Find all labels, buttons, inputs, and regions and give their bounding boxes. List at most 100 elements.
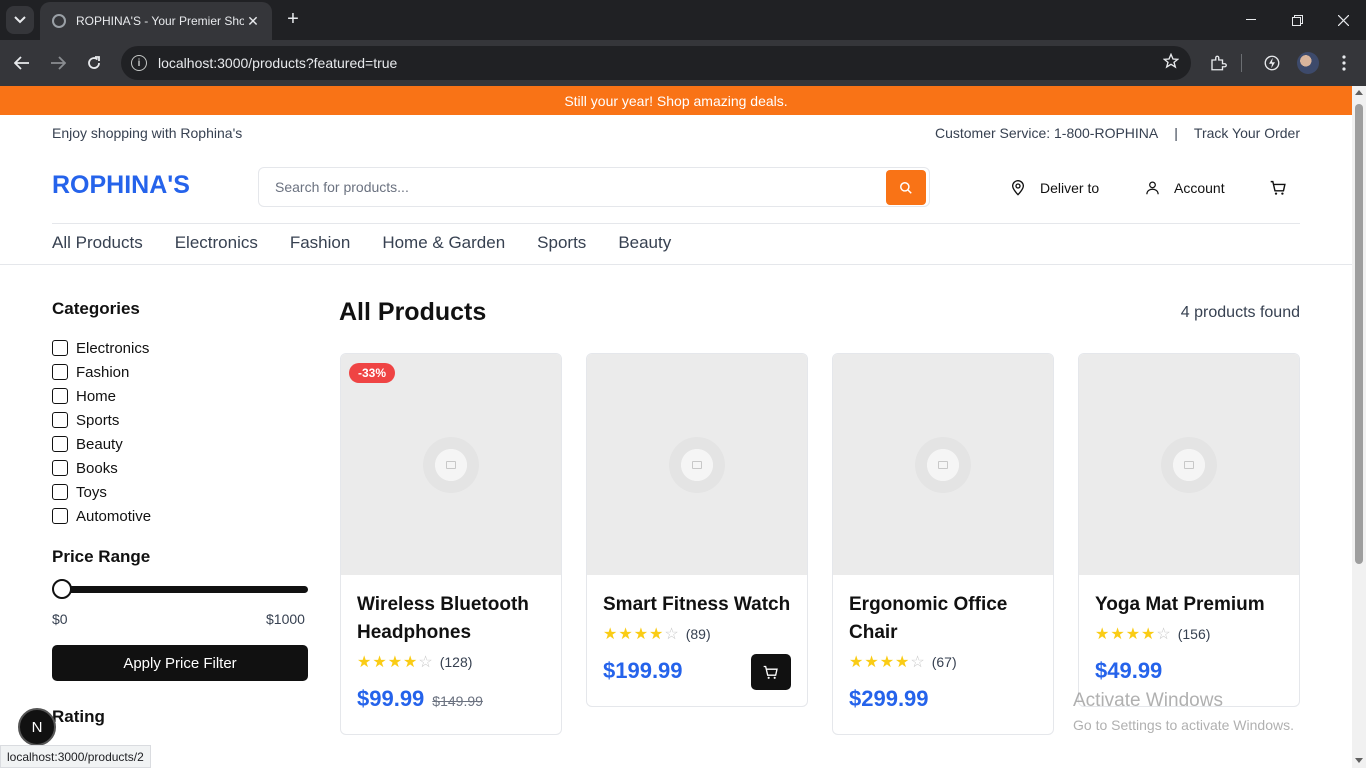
price-max-label: $1000 — [266, 611, 305, 627]
nav-item-home-garden[interactable]: Home & Garden — [382, 233, 505, 253]
product-price: $299.99 — [849, 686, 929, 711]
product-name[interactable]: Ergonomic Office Chair — [849, 591, 1037, 647]
checkbox[interactable] — [52, 436, 68, 452]
separator: | — [1174, 125, 1178, 141]
rating-count: (128) — [439, 654, 473, 670]
checkbox[interactable] — [52, 340, 68, 356]
checkbox[interactable] — [52, 412, 68, 428]
promo-banner: Still your year! Shop amazing deals. — [0, 86, 1352, 115]
checkbox[interactable] — [52, 388, 68, 404]
nav-item-sports[interactable]: Sports — [537, 233, 586, 253]
tab-title: ROPHINA'S - Your Premier Shop — [76, 14, 244, 28]
product-image[interactable] — [587, 354, 807, 575]
rating-count: (89) — [685, 626, 711, 642]
product-image[interactable] — [833, 354, 1053, 575]
category-filter-fashion[interactable]: Fashion — [52, 360, 151, 384]
product-card[interactable]: -33% Wireless Bluetooth Headphones ★★★★☆ … — [340, 353, 562, 735]
product-card[interactable]: Yoga Mat Premium ★★★★☆ (156) $49.99 — [1078, 353, 1300, 707]
site-logo[interactable]: ROPHINA'S — [52, 171, 190, 200]
utility-bar: Enjoy shopping with Rophina's Customer S… — [52, 124, 1300, 144]
extensions-icon[interactable] — [1207, 52, 1229, 74]
category-filter-electronics[interactable]: Electronics — [52, 336, 151, 360]
reload-icon[interactable] — [80, 49, 108, 77]
nav-item-beauty[interactable]: Beauty — [618, 233, 671, 253]
close-window-icon[interactable] — [1320, 0, 1366, 40]
scroll-up-arrow[interactable] — [1355, 90, 1363, 95]
category-filter-list: Electronics Fashion Home Sports Beauty B… — [52, 336, 151, 528]
toolbar-divider — [1241, 52, 1243, 74]
product-card[interactable]: Smart Fitness Watch ★★★★☆ (89) $199.99 — [586, 353, 808, 707]
browser-tab[interactable]: ROPHINA'S - Your Premier Shop ✕ — [40, 2, 272, 40]
image-placeholder-icon — [669, 436, 725, 493]
url-text[interactable]: localhost:3000/products?featured=true — [158, 55, 1151, 71]
info-icon[interactable]: i — [131, 55, 147, 71]
cart-button[interactable] — [1270, 178, 1287, 198]
category-filter-toys[interactable]: Toys — [52, 480, 151, 504]
add-to-cart-button[interactable] — [751, 654, 791, 690]
close-icon[interactable]: ✕ — [244, 13, 262, 30]
nav-item-fashion[interactable]: Fashion — [290, 233, 350, 253]
performance-icon[interactable] — [1261, 52, 1283, 74]
product-name[interactable]: Yoga Mat Premium — [1095, 591, 1283, 619]
star-rating-icon: ★★★★☆ — [1095, 626, 1172, 643]
nav-item-all-products[interactable]: All Products — [52, 233, 143, 253]
checkbox[interactable] — [52, 460, 68, 476]
product-price: $49.99 — [1095, 658, 1163, 683]
back-arrow-icon[interactable] — [8, 49, 36, 77]
product-name[interactable]: Smart Fitness Watch — [603, 591, 791, 619]
nextjs-dev-badge[interactable]: N — [18, 708, 56, 746]
category-filter-home[interactable]: Home — [52, 384, 151, 408]
page-scrollbar[interactable] — [1352, 86, 1366, 768]
filter-label: Fashion — [76, 363, 130, 381]
categories-heading: Categories — [52, 299, 140, 318]
restore-icon[interactable] — [1274, 0, 1320, 40]
product-price: $99.99 — [357, 686, 425, 711]
category-filter-beauty[interactable]: Beauty — [52, 432, 151, 456]
star-bookmark-icon[interactable] — [1151, 52, 1191, 74]
filter-label: Sports — [76, 411, 120, 429]
price-range-heading: Price Range — [52, 547, 151, 566]
checkbox[interactable] — [52, 364, 68, 380]
category-nav: All Products Electronics Fashion Home & … — [52, 233, 671, 253]
cart-icon — [763, 665, 778, 679]
price-slider-thumb[interactable] — [52, 579, 72, 599]
deliver-to-button[interactable]: Deliver to — [1010, 178, 1099, 198]
product-image[interactable] — [1079, 354, 1299, 575]
location-pin-icon — [1011, 180, 1025, 196]
product-card[interactable]: Ergonomic Office Chair ★★★★☆ (67) $299.99 — [832, 353, 1054, 735]
star-rating-icon: ★★★★☆ — [603, 626, 680, 643]
tab-list-icon[interactable] — [6, 6, 34, 34]
header-divider — [52, 223, 1300, 224]
status-bar-url: localhost:3000/products/2 — [0, 745, 151, 768]
image-placeholder-icon — [1161, 436, 1217, 493]
checkbox[interactable] — [52, 508, 68, 524]
category-filter-sports[interactable]: Sports — [52, 408, 151, 432]
browser-tab-bar: ROPHINA'S - Your Premier Shop ✕ + — [0, 0, 1366, 40]
search-button[interactable] — [886, 170, 926, 205]
rating-heading: Rating — [52, 707, 105, 726]
price-slider-track[interactable] — [60, 586, 308, 593]
account-button[interactable]: Account — [1145, 178, 1225, 198]
plus-icon[interactable]: + — [282, 8, 304, 30]
category-filter-automotive[interactable]: Automotive — [52, 504, 151, 528]
scroll-thumb[interactable] — [1355, 104, 1363, 564]
product-price: $199.99 — [603, 658, 683, 683]
welcome-text: Enjoy shopping with Rophina's — [52, 125, 243, 141]
product-image[interactable]: -33% — [341, 354, 561, 575]
menu-dots-icon[interactable] — [1333, 52, 1355, 74]
search-input[interactable] — [275, 168, 875, 206]
checkbox[interactable] — [52, 484, 68, 500]
star-rating-icon: ★★★★☆ — [849, 654, 926, 671]
nav-item-electronics[interactable]: Electronics — [175, 233, 258, 253]
minimize-icon[interactable] — [1228, 0, 1274, 40]
search-icon — [900, 181, 912, 194]
apply-price-filter-button[interactable]: Apply Price Filter — [52, 645, 308, 681]
track-order-link[interactable]: Track Your Order — [1194, 125, 1300, 141]
profile-avatar[interactable] — [1297, 52, 1319, 74]
scroll-down-arrow[interactable] — [1355, 758, 1363, 763]
category-filter-books[interactable]: Books — [52, 456, 151, 480]
forward-arrow-icon[interactable] — [44, 49, 72, 77]
address-bar[interactable]: i localhost:3000/products?featured=true — [121, 46, 1191, 80]
product-rating: ★★★★☆ (156) — [1095, 624, 1283, 644]
product-name[interactable]: Wireless Bluetooth Headphones — [357, 591, 545, 647]
